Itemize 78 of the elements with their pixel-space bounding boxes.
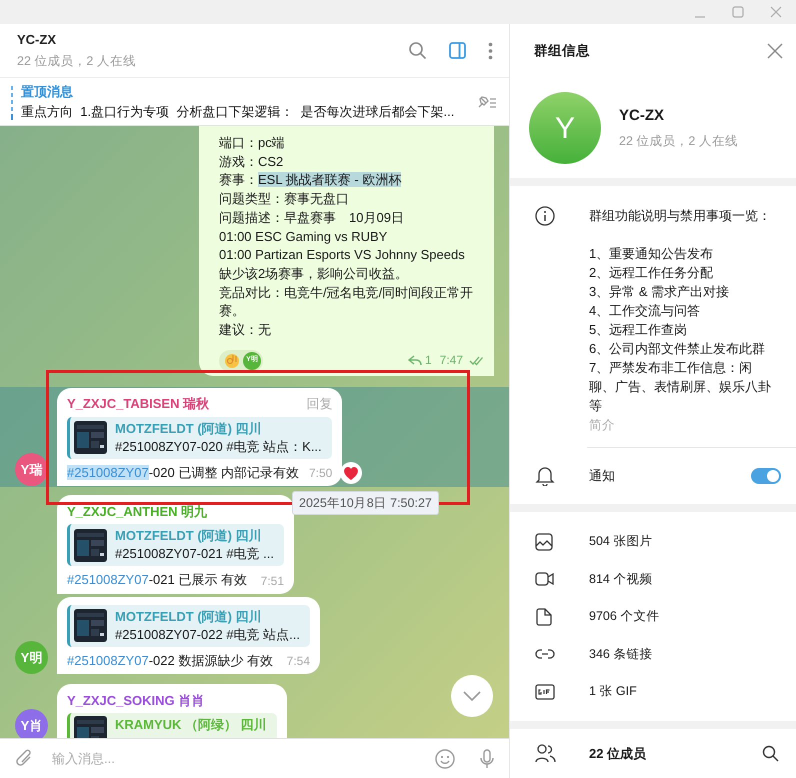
message-composer[interactable]: 输入消息... (0, 738, 509, 778)
sender-name[interactable]: Y_ZXJC_TABISEN 瑞秋 (67, 394, 294, 414)
message-text: #251008ZY07-021 已展示 有效 (67, 571, 247, 590)
message-text: #251008ZY07-022 数据源缺少 有效 (67, 652, 273, 670)
hashtag-link[interactable]: #251008ZY07 (67, 572, 149, 588)
hashtag-link[interactable]: #251008ZY07 (67, 464, 149, 480)
message-time: 7:50 (308, 465, 332, 482)
media-item[interactable]: 346 条链接 (510, 635, 796, 673)
user-avatar[interactable]: Y明 (15, 641, 48, 674)
panel-title: 群组信息 (534, 42, 591, 60)
reaction-chip[interactable] (340, 462, 362, 484)
reply-icon (406, 354, 422, 368)
quote-author: MOTZFELDT (阿道) 四川 (115, 608, 263, 626)
user-avatar[interactable]: Y瑞 (15, 453, 48, 486)
emoji-icon[interactable] (435, 748, 455, 768)
quote-text: #251008ZY07-020 #电竞 站点：K... (115, 438, 322, 456)
chat-title: YC-ZX (17, 31, 57, 50)
message-line: 01:00 ESC Gaming vs RUBY (219, 228, 388, 246)
quoted-message[interactable]: MOTZFELDT (阿道) 四川 #251008ZY07-021 #电竞 ... (67, 524, 284, 566)
message-text: #251008ZY07-020 已调整 内部记录有效 (67, 464, 299, 482)
description-label: 简介 (589, 417, 616, 434)
message-line: 游戏：CS2 (219, 152, 284, 171)
heart-icon (342, 464, 360, 482)
members-icon (535, 744, 556, 764)
group-avatar[interactable]: Y (529, 92, 601, 164)
message-input[interactable]: 输入消息... (52, 748, 435, 768)
chat-subtitle: 22 位成员，2 人在线 (17, 52, 137, 70)
quote-text: #251008ZY07-022 #电竞 站点... (115, 626, 300, 644)
side-panel-icon[interactable] (449, 42, 466, 59)
close-icon[interactable] (767, 43, 783, 59)
message-line: 缺少该2场赛事，影响公司收益。 (219, 264, 410, 283)
message-time: 7:47 (440, 352, 463, 370)
message-time: 7:54 (286, 653, 310, 670)
message-line: 问题类型：赛事无盘口 (219, 190, 350, 208)
media-item[interactable]: 814 个视频 (510, 560, 796, 598)
microphone-icon[interactable] (479, 748, 495, 768)
reply-link[interactable]: 回复 (306, 394, 332, 414)
group-description: 群组功能说明与禁用事项一览： 1、重要通知公告发布 2、远程工作任务分配 3、异常 & 需求产出对接 4、工作交流与问答 5、远程工作查岗 6、公司内部文件禁止发布此群 7、严禁发布非工作信息：闲聊、广告、表情刷屏、娱乐八卦等 (589, 207, 772, 415)
message-line: 01:00 Partizan Esports VS Johnny Speeds (219, 246, 466, 264)
quoted-message[interactable]: MOTZFELDT (阿道) 四川 #251008ZY07-022 #电竞 站点... (67, 604, 310, 647)
message-line: 建议：无 (219, 321, 272, 340)
timestamp-tooltip: 2025年10月8日 7:50:27 (292, 490, 439, 516)
message-line: 问题描述：早盘赛事 10月09日 (219, 208, 405, 227)
members-label: 22 位成员 (589, 744, 648, 763)
chevron-down-icon (463, 691, 481, 701)
message-line: 赛事：ESL 挑战者联赛 - 欧洲杯 (219, 171, 402, 190)
image-icon (535, 532, 555, 550)
info-icon (535, 206, 555, 226)
quote-author: MOTZFELDT (阿道) 四川 (115, 527, 263, 546)
media-item[interactable]: 9706 个文件 (510, 598, 796, 636)
bell-icon (535, 466, 555, 486)
message-line: 端口：pc端 (219, 134, 286, 152)
scroll-down-button[interactable] (451, 675, 493, 717)
quote-author: MOTZFELDT (阿道) 四川 (115, 420, 263, 438)
quoted-message[interactable]: MOTZFELDT (阿道) 四川 #251008ZY07-020 #电竞 站点：K... (67, 416, 332, 459)
group-name: YC-ZX (619, 106, 665, 126)
group-subtitle: 22 位成员，2 人在线 (619, 132, 738, 150)
hashtag-link[interactable]: #251008ZY07 (67, 652, 149, 668)
notifications-label: 通知 (589, 467, 616, 485)
notifications-toggle[interactable] (751, 468, 781, 484)
close-icon[interactable] (770, 6, 782, 18)
pinned-message[interactable]: 重点方向 1.盘口行为专项 分析盘口下架逻辑： 是否每次进球后都会下架... (21, 102, 475, 122)
reply-count[interactable]: 1 (424, 351, 432, 370)
quote-author: KRAMYUK （阿绿） 四川 (115, 716, 267, 734)
pinned-label: 置顶消息 (21, 82, 74, 100)
gif-icon (535, 682, 555, 700)
message-time: 7:51 (260, 572, 284, 590)
sender-name[interactable]: Y_ZXJC_SOKING 肖肖 (67, 690, 277, 710)
video-icon (535, 570, 555, 588)
media-item[interactable]: 504 张图片 (510, 522, 796, 560)
quote-text: #251008ZY07-021 #电竞 ... (115, 545, 274, 564)
maximize-icon[interactable] (732, 6, 744, 18)
media-item[interactable]: 1 张 GIF (510, 672, 796, 710)
more-icon[interactable] (488, 42, 493, 60)
message-line: 竞品对比：电竞牛/冠名电竞/同时间段正常开赛。 (219, 284, 474, 320)
pinned-indicator-icon (11, 84, 13, 120)
user-avatar[interactable]: Y肖 (15, 709, 48, 738)
search-icon[interactable] (762, 745, 779, 762)
